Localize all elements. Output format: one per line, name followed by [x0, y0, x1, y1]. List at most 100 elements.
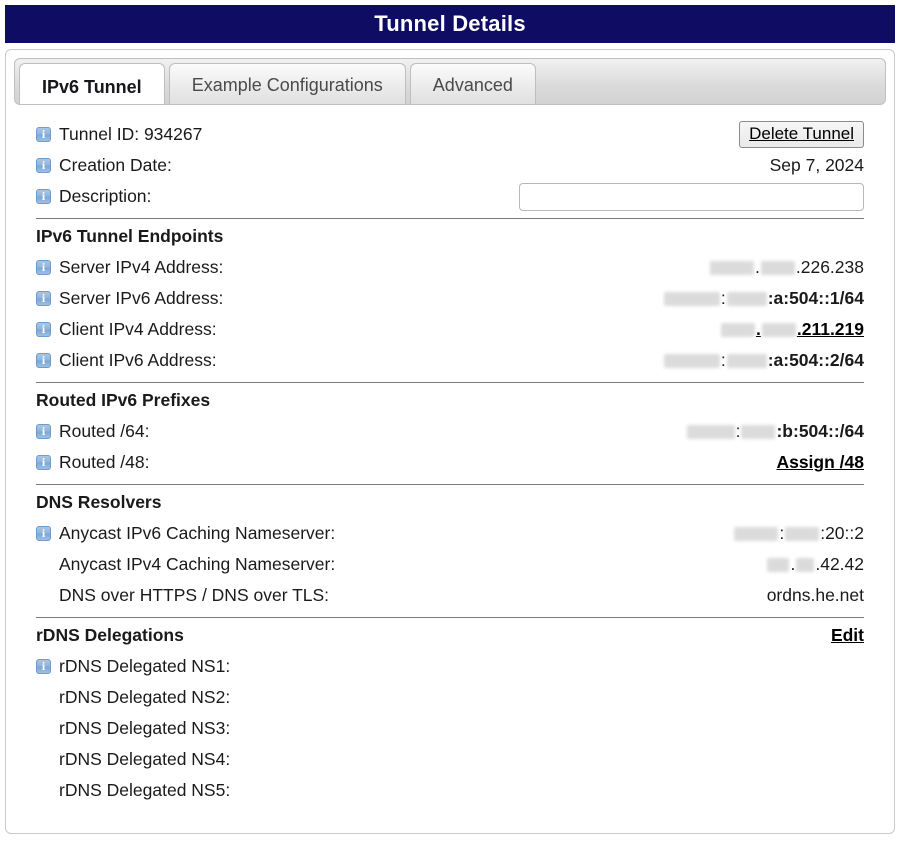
client-ipv6-label: Client IPv6 Address: [59, 350, 217, 371]
tunnel-id-label: Tunnel ID: 934267 [59, 124, 202, 145]
section-divider [36, 617, 864, 618]
row-rdns-ns1: rDNS Delegated NS1: [36, 651, 864, 682]
server-ipv4-value: ..226.238 [709, 257, 864, 278]
row-routed-64: Routed /64: ::b:504::/64 [36, 416, 864, 447]
window-title-bar: Tunnel Details [5, 5, 895, 43]
assign-48-link[interactable]: Assign /48 [776, 452, 864, 473]
creation-date-label: Creation Date: [59, 155, 172, 176]
info-icon[interactable] [36, 455, 51, 470]
tab-example-configurations-label: Example Configurations [192, 75, 383, 96]
info-icon[interactable] [36, 291, 51, 306]
info-icon[interactable] [36, 424, 51, 439]
rdns-ns3-label: rDNS Delegated NS3: [59, 718, 230, 739]
info-icon[interactable] [36, 353, 51, 368]
rdns-ns4-label: rDNS Delegated NS4: [59, 749, 230, 770]
tunnel-details-page: Tunnel Details IPv6 Tunnel Example Confi… [0, 0, 900, 843]
redacted-hextet [664, 354, 720, 368]
anycast-ipv6-label-group: Anycast IPv6 Caching Nameserver: [36, 523, 335, 544]
redacted-hextet [734, 527, 778, 541]
redacted-octet [796, 558, 814, 572]
doh-dot-value: ordns.he.net [767, 585, 864, 606]
tunnel-details-panel: IPv6 Tunnel Example Configurations Advan… [5, 49, 895, 834]
client-ipv4-value-link[interactable]: ..211.219 [720, 319, 864, 340]
doh-dot-label-group: DNS over HTTPS / DNS over TLS: [36, 585, 329, 606]
info-icon[interactable] [36, 260, 51, 275]
delete-tunnel-button[interactable]: Delete Tunnel [739, 121, 864, 148]
anycast-ipv6-value-suffix: :20::2 [820, 523, 864, 544]
rdns-ns5-label: rDNS Delegated NS5: [59, 780, 230, 801]
rdns-ns3-label-group: rDNS Delegated NS3: [36, 718, 230, 739]
row-server-ipv4: Server IPv4 Address: ..226.238 [36, 252, 864, 283]
row-rdns-ns2: rDNS Delegated NS2: [36, 682, 864, 713]
server-ipv6-value: ::a:504::1/64 [663, 288, 864, 309]
section-heading-dns: DNS Resolvers [36, 487, 864, 518]
redacted-octet [762, 323, 796, 337]
row-rdns-heading: rDNS Delegations Edit [36, 620, 864, 651]
routed-48-label: Routed /48: [59, 452, 149, 473]
section-heading-rdns: rDNS Delegations [36, 620, 184, 651]
row-client-ipv4: Client IPv4 Address: ..211.219 [36, 314, 864, 345]
routed-64-value: ::b:504::/64 [686, 421, 864, 442]
row-creation-date: Creation Date: Sep 7, 2024 [36, 150, 864, 181]
redacted-octet [761, 261, 795, 275]
client-ipv6-value: ::a:504::2/64 [663, 350, 864, 371]
info-icon[interactable] [36, 526, 51, 541]
info-icon[interactable] [36, 322, 51, 337]
tunnel-id-label-group: Tunnel ID: 934267 [36, 124, 202, 145]
rdns-ns1-label: rDNS Delegated NS1: [59, 656, 230, 677]
row-rdns-ns3: rDNS Delegated NS3: [36, 713, 864, 744]
description-field-cell [519, 183, 864, 211]
redacted-octet [767, 558, 789, 572]
anycast-ipv4-label: Anycast IPv4 Caching Nameserver: [59, 554, 335, 575]
routed-64-value-suffix: :b:504::/64 [776, 421, 864, 442]
info-icon[interactable] [36, 158, 51, 173]
creation-date-label-group: Creation Date: [36, 155, 172, 176]
row-rdns-ns4: rDNS Delegated NS4: [36, 744, 864, 775]
redacted-hextet [664, 292, 720, 306]
redacted-hextet [727, 354, 767, 368]
tab-ipv6-tunnel[interactable]: IPv6 Tunnel [19, 63, 165, 105]
rdns-ns5-label-group: rDNS Delegated NS5: [36, 780, 230, 801]
rdns-ns2-label-group: rDNS Delegated NS2: [36, 687, 230, 708]
rdns-ns2-label: rDNS Delegated NS2: [59, 687, 230, 708]
info-icon[interactable] [36, 659, 51, 674]
routed-64-label: Routed /64: [59, 421, 149, 442]
client-ipv4-label-group: Client IPv4 Address: [36, 319, 217, 340]
row-anycast-ipv6-ns: Anycast IPv6 Caching Nameserver: ::20::2 [36, 518, 864, 549]
description-input[interactable] [519, 183, 864, 211]
routed-64-label-group: Routed /64: [36, 421, 149, 442]
row-client-ipv6: Client IPv6 Address: ::a:504::2/64 [36, 345, 864, 376]
anycast-ipv6-label: Anycast IPv6 Caching Nameserver: [59, 523, 335, 544]
anycast-ipv6-value: ::20::2 [733, 523, 864, 544]
doh-dot-label: DNS over HTTPS / DNS over TLS: [59, 585, 329, 606]
client-ipv6-value-suffix: :a:504::2/64 [768, 350, 864, 371]
tab-advanced[interactable]: Advanced [410, 63, 536, 105]
client-ipv6-label-group: Client IPv6 Address: [36, 350, 217, 371]
row-description: Description: [36, 181, 864, 212]
tab-panel-ipv6-tunnel: Tunnel ID: 934267 Delete Tunnel Creation… [14, 105, 886, 806]
page-title: Tunnel Details [374, 11, 526, 37]
tab-advanced-label: Advanced [433, 75, 513, 96]
rdns-ns4-label-group: rDNS Delegated NS4: [36, 749, 230, 770]
section-divider [36, 218, 864, 219]
rdns-edit-link[interactable]: Edit [831, 625, 864, 646]
server-ipv4-value-suffix: .226.238 [796, 257, 864, 278]
tab-example-configurations[interactable]: Example Configurations [169, 63, 406, 105]
server-ipv4-label-group: Server IPv4 Address: [36, 257, 223, 278]
row-routed-48: Routed /48: Assign /48 [36, 447, 864, 478]
row-rdns-ns5: rDNS Delegated NS5: [36, 775, 864, 806]
delete-tunnel-cell: Delete Tunnel [739, 121, 864, 148]
client-ipv4-label: Client IPv4 Address: [59, 319, 217, 340]
rdns-ns1-label-group: rDNS Delegated NS1: [36, 656, 230, 677]
anycast-ipv4-value-suffix: .42.42 [815, 554, 864, 575]
server-ipv6-label-group: Server IPv6 Address: [36, 288, 223, 309]
anycast-ipv4-label-group: Anycast IPv4 Caching Nameserver: [36, 554, 335, 575]
creation-date-value: Sep 7, 2024 [770, 155, 864, 176]
info-icon[interactable] [36, 189, 51, 204]
description-label: Description: [59, 186, 151, 207]
redacted-octet [721, 323, 755, 337]
info-icon[interactable] [36, 127, 51, 142]
server-ipv6-value-suffix: :a:504::1/64 [768, 288, 864, 309]
tab-strip: IPv6 Tunnel Example Configurations Advan… [14, 58, 886, 105]
section-heading-endpoints: IPv6 Tunnel Endpoints [36, 221, 864, 252]
